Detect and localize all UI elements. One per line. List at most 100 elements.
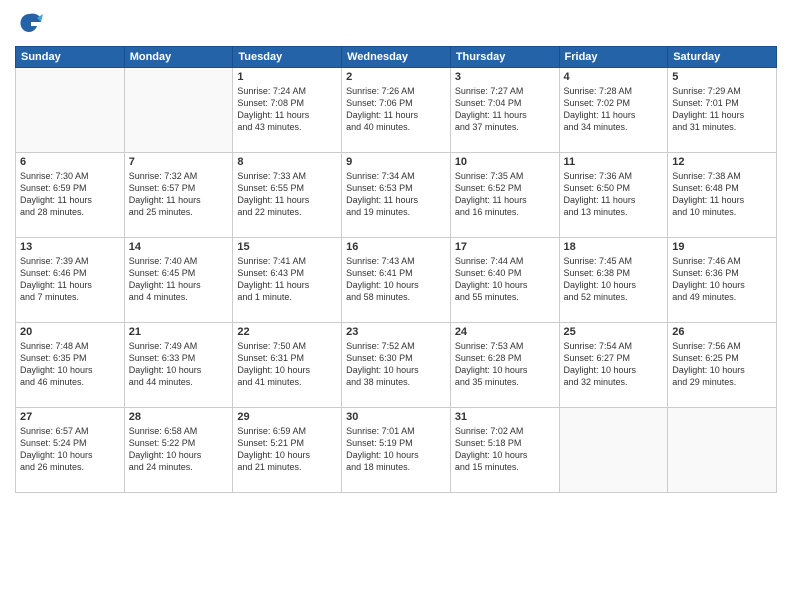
calendar-cell [16, 68, 125, 153]
day-number: 14 [129, 241, 229, 253]
calendar-cell: 12 Sunrise: 7:38 AM Sunset: 6:48 PM Dayli… [668, 153, 777, 238]
day-number: 8 [237, 156, 337, 168]
cell-content: Sunrise: 6:58 AM Sunset: 5:22 PM Dayligh… [129, 425, 229, 474]
calendar-cell: 17 Sunrise: 7:44 AM Sunset: 6:40 PM Dayli… [450, 238, 559, 323]
page-container: SundayMondayTuesdayWednesdayThursdayFrid… [0, 0, 792, 503]
week-row-5: 27Sunrise: 6:57 AM Sunset: 5:24 PM Dayli… [16, 408, 777, 493]
calendar-cell: 11 Sunrise: 7:36 AM Sunset: 6:50 PM Dayli… [559, 153, 668, 238]
cell-content: Sunrise: 7:36 AM Sunset: 6:50 PM Dayligh… [564, 170, 664, 219]
day-number: 10 [455, 156, 555, 168]
cell-content: Sunrise: 7:52 AM Sunset: 6:30 PM Dayligh… [346, 340, 446, 389]
cell-content: Sunrise: 6:59 AM Sunset: 5:21 PM Dayligh… [237, 425, 337, 474]
day-header-sunday: Sunday [16, 47, 125, 68]
day-number: 25 [564, 326, 664, 338]
day-number: 1 [237, 71, 337, 83]
day-number: 26 [672, 326, 772, 338]
cell-content: Sunrise: 7:32 AM Sunset: 6:57 PM Dayligh… [129, 170, 229, 219]
cell-content: Sunrise: 7:54 AM Sunset: 6:27 PM Dayligh… [564, 340, 664, 389]
cell-content: Sunrise: 7:40 AM Sunset: 6:45 PM Dayligh… [129, 255, 229, 304]
calendar-cell [124, 68, 233, 153]
cell-content: Sunrise: 7:28 AM Sunset: 7:02 PM Dayligh… [564, 85, 664, 134]
cell-content: Sunrise: 7:56 AM Sunset: 6:25 PM Dayligh… [672, 340, 772, 389]
calendar-cell: 3Sunrise: 7:27 AM Sunset: 7:04 PM Daylig… [450, 68, 559, 153]
day-header-thursday: Thursday [450, 47, 559, 68]
day-number: 15 [237, 241, 337, 253]
calendar-cell [668, 408, 777, 493]
calendar-cell: 22 Sunrise: 7:50 AM Sunset: 6:31 PM Dayli… [233, 323, 342, 408]
day-header-row: SundayMondayTuesdayWednesdayThursdayFrid… [16, 47, 777, 68]
cell-content: Sunrise: 7:38 AM Sunset: 6:48 PM Dayligh… [672, 170, 772, 219]
cell-content: Sunrise: 7:35 AM Sunset: 6:52 PM Dayligh… [455, 170, 555, 219]
calendar-cell: 23 Sunrise: 7:52 AM Sunset: 6:30 PM Dayli… [342, 323, 451, 408]
day-number: 24 [455, 326, 555, 338]
cell-content: Sunrise: 7:26 AM Sunset: 7:06 PM Dayligh… [346, 85, 446, 134]
calendar-cell: 14 Sunrise: 7:40 AM Sunset: 6:45 PM Dayli… [124, 238, 233, 323]
calendar-cell: 1 Sunrise: 7:24 AM Sunset: 7:08 PM Daylig… [233, 68, 342, 153]
day-number: 23 [346, 326, 446, 338]
cell-content: Sunrise: 7:34 AM Sunset: 6:53 PM Dayligh… [346, 170, 446, 219]
calendar-cell: 30 Sunrise: 7:01 AM Sunset: 5:19 PM Dayli… [342, 408, 451, 493]
calendar-cell: 26 Sunrise: 7:56 AM Sunset: 6:25 PM Dayli… [668, 323, 777, 408]
calendar-cell: 24 Sunrise: 7:53 AM Sunset: 6:28 PM Dayli… [450, 323, 559, 408]
calendar-cell: 5Sunrise: 7:29 AM Sunset: 7:01 PM Daylig… [668, 68, 777, 153]
cell-content: Sunrise: 7:44 AM Sunset: 6:40 PM Dayligh… [455, 255, 555, 304]
day-number: 12 [672, 156, 772, 168]
cell-content: Sunrise: 7:30 AM Sunset: 6:59 PM Dayligh… [20, 170, 120, 219]
calendar-cell: 6 Sunrise: 7:30 AM Sunset: 6:59 PM Daylig… [16, 153, 125, 238]
day-number: 17 [455, 241, 555, 253]
day-number: 21 [129, 326, 229, 338]
day-number: 27 [20, 411, 120, 423]
cell-content: Sunrise: 7:50 AM Sunset: 6:31 PM Dayligh… [237, 340, 337, 389]
day-header-tuesday: Tuesday [233, 47, 342, 68]
calendar-cell: 18 Sunrise: 7:45 AM Sunset: 6:38 PM Dayli… [559, 238, 668, 323]
calendar-table: SundayMondayTuesdayWednesdayThursdayFrid… [15, 46, 777, 493]
week-row-4: 20Sunrise: 7:48 AM Sunset: 6:35 PM Dayli… [16, 323, 777, 408]
calendar-cell [559, 408, 668, 493]
calendar-cell: 13 Sunrise: 7:39 AM Sunset: 6:46 PM Dayli… [16, 238, 125, 323]
calendar-cell: 28Sunrise: 6:58 AM Sunset: 5:22 PM Dayli… [124, 408, 233, 493]
calendar-cell: 16Sunrise: 7:43 AM Sunset: 6:41 PM Dayli… [342, 238, 451, 323]
cell-content: Sunrise: 7:48 AM Sunset: 6:35 PM Dayligh… [20, 340, 120, 389]
day-header-monday: Monday [124, 47, 233, 68]
calendar-cell: 25 Sunrise: 7:54 AM Sunset: 6:27 PM Dayli… [559, 323, 668, 408]
day-number: 18 [564, 241, 664, 253]
calendar-cell: 21Sunrise: 7:49 AM Sunset: 6:33 PM Dayli… [124, 323, 233, 408]
calendar-cell: 29 Sunrise: 6:59 AM Sunset: 5:21 PM Dayli… [233, 408, 342, 493]
day-number: 31 [455, 411, 555, 423]
week-row-3: 13 Sunrise: 7:39 AM Sunset: 6:46 PM Dayli… [16, 238, 777, 323]
logo-icon [15, 10, 43, 38]
logo [15, 10, 47, 38]
day-number: 7 [129, 156, 229, 168]
day-number: 6 [20, 156, 120, 168]
calendar-cell: 4 Sunrise: 7:28 AM Sunset: 7:02 PM Daylig… [559, 68, 668, 153]
day-number: 13 [20, 241, 120, 253]
cell-content: Sunrise: 7:39 AM Sunset: 6:46 PM Dayligh… [20, 255, 120, 304]
calendar-cell: 19 Sunrise: 7:46 AM Sunset: 6:36 PM Dayli… [668, 238, 777, 323]
cell-content: Sunrise: 7:29 AM Sunset: 7:01 PM Dayligh… [672, 85, 772, 134]
cell-content: Sunrise: 7:45 AM Sunset: 6:38 PM Dayligh… [564, 255, 664, 304]
day-number: 22 [237, 326, 337, 338]
calendar-cell: 27Sunrise: 6:57 AM Sunset: 5:24 PM Dayli… [16, 408, 125, 493]
calendar-cell: 15 Sunrise: 7:41 AM Sunset: 6:43 PM Dayli… [233, 238, 342, 323]
day-number: 29 [237, 411, 337, 423]
day-header-friday: Friday [559, 47, 668, 68]
day-number: 4 [564, 71, 664, 83]
cell-content: Sunrise: 7:01 AM Sunset: 5:19 PM Dayligh… [346, 425, 446, 474]
cell-content: Sunrise: 7:41 AM Sunset: 6:43 PM Dayligh… [237, 255, 337, 304]
calendar-cell: 9Sunrise: 7:34 AM Sunset: 6:53 PM Daylig… [342, 153, 451, 238]
cell-content: Sunrise: 7:53 AM Sunset: 6:28 PM Dayligh… [455, 340, 555, 389]
calendar-cell: 7 Sunrise: 7:32 AM Sunset: 6:57 PM Daylig… [124, 153, 233, 238]
day-number: 2 [346, 71, 446, 83]
day-number: 19 [672, 241, 772, 253]
day-number: 11 [564, 156, 664, 168]
header [15, 10, 777, 38]
calendar-cell: 8Sunrise: 7:33 AM Sunset: 6:55 PM Daylig… [233, 153, 342, 238]
week-row-1: 1 Sunrise: 7:24 AM Sunset: 7:08 PM Daylig… [16, 68, 777, 153]
cell-content: Sunrise: 7:24 AM Sunset: 7:08 PM Dayligh… [237, 85, 337, 134]
day-number: 30 [346, 411, 446, 423]
cell-content: Sunrise: 7:27 AM Sunset: 7:04 PM Dayligh… [455, 85, 555, 134]
day-number: 16 [346, 241, 446, 253]
calendar-cell: 31Sunrise: 7:02 AM Sunset: 5:18 PM Dayli… [450, 408, 559, 493]
week-row-2: 6 Sunrise: 7:30 AM Sunset: 6:59 PM Daylig… [16, 153, 777, 238]
cell-content: Sunrise: 7:46 AM Sunset: 6:36 PM Dayligh… [672, 255, 772, 304]
